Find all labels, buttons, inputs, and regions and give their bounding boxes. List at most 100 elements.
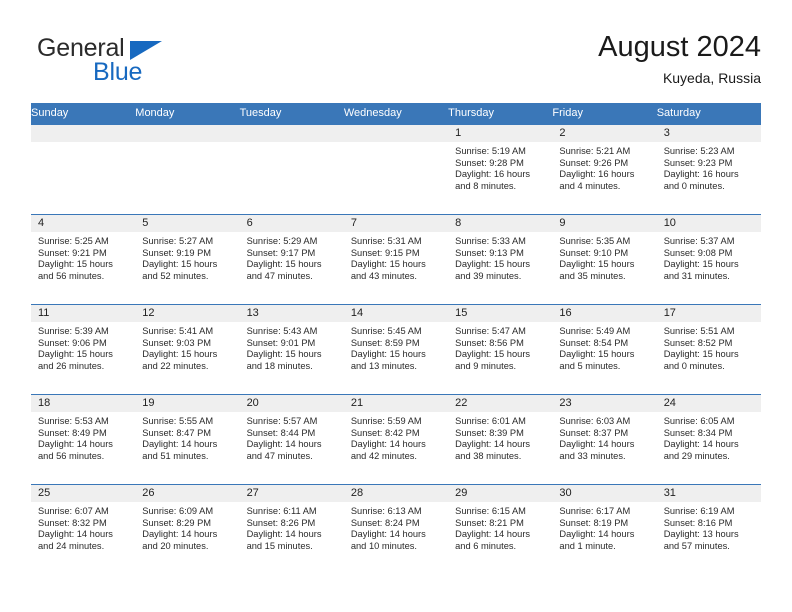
calendar-cell-inner: 15 Sunrise: 5:47 AM Sunset: 8:56 PM Dayligh… <box>448 305 553 394</box>
calendar-day-cell[interactable]: 21 Sunrise: 5:59 AM Sunset: 8:42 PM Dayligh… <box>343 394 449 485</box>
calendar-cell-inner: 11 Sunrise: 5:39 AM Sunset: 9:06 PM Dayligh… <box>31 305 136 394</box>
daylight-text-line1: Daylight: 16 hours <box>559 169 635 180</box>
calendar-day-cell[interactable]: 6 Sunrise: 5:29 AM Sunset: 9:17 PM Daylight… <box>239 214 344 305</box>
title-block: August 2024 Kuyeda, Russia <box>598 30 761 88</box>
calendar-cell-inner: 18 Sunrise: 5:53 AM Sunset: 8:49 PM Dayligh… <box>31 395 136 484</box>
sunrise-text: Sunrise: 5:45 AM <box>350 326 422 336</box>
calendar-week-row: 11 Sunrise: 5:39 AM Sunset: 9:06 PM Dayligh… <box>31 304 761 395</box>
day-number: 4 <box>31 215 136 232</box>
daylight-text-line2: and 6 minutes. <box>455 540 517 551</box>
calendar-day-cell[interactable]: 17 Sunrise: 5:51 AM Sunset: 8:52 PM Dayligh… <box>656 304 761 395</box>
sunrise-text: Sunrise: 5:41 AM <box>142 326 214 336</box>
calendar-day-cell[interactable]: 9 Sunrise: 5:35 AM Sunset: 9:10 PM Daylight… <box>552 214 657 305</box>
calendar-day-cell[interactable]: 1 Sunrise: 5:19 AM Sunset: 9:28 PM Daylight… <box>448 124 553 215</box>
calendar-day-cell[interactable]: 16 Sunrise: 5:49 AM Sunset: 8:54 PM Dayligh… <box>552 304 657 395</box>
daylight-text-line2: and 4 minutes. <box>559 180 621 191</box>
calendar-cell-inner <box>239 125 344 214</box>
calendar-day-cell[interactable]: 5 Sunrise: 5:27 AM Sunset: 9:19 PM Daylight… <box>135 214 240 305</box>
day-number: 2 <box>552 125 657 142</box>
page-header: General Blue August 2024 Kuyeda, Russia <box>31 30 761 96</box>
calendar-cell-inner: 20 Sunrise: 5:57 AM Sunset: 8:44 PM Dayligh… <box>239 395 344 484</box>
calendar-day-cell[interactable]: 7 Sunrise: 5:31 AM Sunset: 9:15 PM Daylight… <box>343 214 449 305</box>
calendar-day-cell[interactable]: 23 Sunrise: 6:03 AM Sunset: 8:37 PM Dayligh… <box>552 394 657 485</box>
day-sun-details: Sunrise: 6:07 AM Sunset: 8:32 PM Daylight:… <box>31 502 135 552</box>
daylight-text-line2: and 1 minute. <box>559 540 616 551</box>
calendar-day-cell[interactable]: 19 Sunrise: 5:55 AM Sunset: 8:47 PM Dayligh… <box>135 394 240 485</box>
calendar-day-cell[interactable]: 26 Sunrise: 6:09 AM Sunset: 8:29 PM Dayligh… <box>135 484 240 575</box>
calendar-day-cell[interactable]: 29 Sunrise: 6:15 AM Sunset: 8:21 PM Dayligh… <box>448 484 553 575</box>
calendar-day-cell[interactable]: 25 Sunrise: 6:07 AM Sunset: 8:32 PM Dayligh… <box>31 484 136 575</box>
daylight-text-line2: and 10 minutes. <box>350 540 417 551</box>
calendar-day-cell[interactable]: 13 Sunrise: 5:43 AM Sunset: 9:01 PM Dayligh… <box>239 304 344 395</box>
sunset-text: Sunset: 8:59 PM <box>350 337 420 348</box>
calendar-day-cell[interactable]: 28 Sunrise: 6:13 AM Sunset: 8:24 PM Dayligh… <box>343 484 449 575</box>
daylight-text-line1: Daylight: 14 hours <box>38 439 113 450</box>
general-blue-logo[interactable]: General Blue <box>31 32 221 90</box>
day-sun-details: Sunrise: 5:23 AM Sunset: 9:23 PM Daylight:… <box>657 142 761 192</box>
daylight-text-line1: Daylight: 15 hours <box>246 259 322 270</box>
sunrise-text: Sunrise: 5:55 AM <box>142 416 214 426</box>
calendar-day-cell[interactable]: 10 Sunrise: 5:37 AM Sunset: 9:08 PM Dayligh… <box>656 214 761 305</box>
sunset-text: Sunset: 9:17 PM <box>246 247 316 258</box>
calendar-day-cell[interactable]: 18 Sunrise: 5:53 AM Sunset: 8:49 PM Dayligh… <box>31 394 136 485</box>
calendar-week-row: 1 Sunrise: 5:19 AM Sunset: 9:28 PM Daylight… <box>31 124 761 215</box>
sunrise-text: Sunrise: 5:43 AM <box>246 326 318 336</box>
calendar-day-cell[interactable]: 27 Sunrise: 6:11 AM Sunset: 8:26 PM Dayligh… <box>239 484 344 575</box>
day-sun-details: Sunrise: 5:51 AM Sunset: 8:52 PM Daylight:… <box>657 322 761 372</box>
day-number: 29 <box>448 485 553 502</box>
day-sun-details: Sunrise: 6:03 AM Sunset: 8:37 PM Daylight:… <box>552 412 656 462</box>
daylight-text-line1: Daylight: 15 hours <box>38 259 113 270</box>
sunrise-text: Sunrise: 6:11 AM <box>246 506 317 516</box>
weekday-header-wednesday: Wednesday <box>343 103 449 125</box>
sunrise-text: Sunrise: 6:19 AM <box>663 506 735 516</box>
daylight-text-line1: Daylight: 14 hours <box>455 439 531 450</box>
sunrise-text: Sunrise: 5:49 AM <box>559 326 631 336</box>
day-sun-details: Sunrise: 5:49 AM Sunset: 8:54 PM Daylight:… <box>552 322 656 372</box>
calendar-cell-inner: 19 Sunrise: 5:55 AM Sunset: 8:47 PM Dayligh… <box>135 395 240 484</box>
calendar-cell-inner: 1 Sunrise: 5:19 AM Sunset: 9:28 PM Daylight… <box>448 125 553 214</box>
daylight-text-line1: Daylight: 16 hours <box>455 169 531 180</box>
calendar-day-cell[interactable]: 14 Sunrise: 5:45 AM Sunset: 8:59 PM Dayligh… <box>343 304 449 395</box>
calendar-day-cell[interactable]: 24 Sunrise: 6:05 AM Sunset: 8:34 PM Dayligh… <box>656 394 761 485</box>
day-number: 13 <box>239 305 344 322</box>
sunset-text: Sunset: 9:19 PM <box>142 247 212 258</box>
sunrise-text: Sunrise: 5:25 AM <box>38 236 109 246</box>
daylight-text-line2: and 13 minutes. <box>350 360 417 371</box>
calendar-cell-inner: 10 Sunrise: 5:37 AM Sunset: 9:08 PM Dayligh… <box>656 215 761 304</box>
calendar-day-cell[interactable]: 8 Sunrise: 5:33 AM Sunset: 9:13 PM Daylight… <box>448 214 553 305</box>
day-sun-details: Sunrise: 5:55 AM Sunset: 8:47 PM Daylight:… <box>135 412 239 462</box>
calendar-cell-inner: 13 Sunrise: 5:43 AM Sunset: 9:01 PM Dayligh… <box>239 305 344 394</box>
calendar-day-cell[interactable]: 30 Sunrise: 6:17 AM Sunset: 8:19 PM Dayligh… <box>552 484 657 575</box>
day-number <box>343 125 449 142</box>
daylight-text-line1: Daylight: 14 hours <box>455 529 531 540</box>
calendar-cell-inner: 28 Sunrise: 6:13 AM Sunset: 8:24 PM Dayligh… <box>343 485 449 575</box>
calendar-day-cell[interactable]: 4 Sunrise: 5:25 AM Sunset: 9:21 PM Daylight… <box>31 214 136 305</box>
calendar-day-cell[interactable]: 2 Sunrise: 5:21 AM Sunset: 9:26 PM Daylight… <box>552 124 657 215</box>
daylight-text-line2: and 56 minutes. <box>38 450 105 461</box>
day-number: 16 <box>552 305 657 322</box>
calendar-day-cell[interactable]: 11 Sunrise: 5:39 AM Sunset: 9:06 PM Dayligh… <box>31 304 136 395</box>
calendar-day-cell[interactable]: 31 Sunrise: 6:19 AM Sunset: 8:16 PM Dayligh… <box>656 484 761 575</box>
calendar-day-cell[interactable]: 22 Sunrise: 6:01 AM Sunset: 8:39 PM Dayligh… <box>448 394 553 485</box>
daylight-text-line1: Daylight: 16 hours <box>663 169 739 180</box>
daylight-text-line1: Daylight: 14 hours <box>246 529 322 540</box>
calendar-cell-inner: 25 Sunrise: 6:07 AM Sunset: 8:32 PM Dayligh… <box>31 485 136 575</box>
daylight-text-line1: Daylight: 15 hours <box>350 259 426 270</box>
calendar-day-cell[interactable]: 15 Sunrise: 5:47 AM Sunset: 8:56 PM Dayligh… <box>448 304 553 395</box>
calendar-day-cell[interactable]: 3 Sunrise: 5:23 AM Sunset: 9:23 PM Daylight… <box>656 124 761 215</box>
calendar-day-cell[interactable]: 12 Sunrise: 5:41 AM Sunset: 9:03 PM Dayligh… <box>135 304 240 395</box>
sunrise-text: Sunrise: 5:31 AM <box>350 236 422 246</box>
daylight-text-line2: and 47 minutes. <box>246 450 313 461</box>
day-sun-details: Sunrise: 5:59 AM Sunset: 8:42 PM Daylight:… <box>344 412 448 462</box>
calendar-day-cell[interactable]: 20 Sunrise: 5:57 AM Sunset: 8:44 PM Dayligh… <box>239 394 344 485</box>
calendar-cell-empty <box>239 124 344 215</box>
day-sun-details: Sunrise: 5:35 AM Sunset: 9:10 PM Daylight:… <box>552 232 656 282</box>
daylight-text-line2: and 38 minutes. <box>455 450 522 461</box>
daylight-text-line1: Daylight: 14 hours <box>663 439 739 450</box>
daylight-text-line2: and 15 minutes. <box>246 540 313 551</box>
day-sun-details: Sunrise: 5:39 AM Sunset: 9:06 PM Daylight:… <box>31 322 135 372</box>
daylight-text-line2: and 26 minutes. <box>38 360 105 371</box>
sunset-text: Sunset: 9:21 PM <box>38 247 107 258</box>
sunrise-text: Sunrise: 5:37 AM <box>663 236 735 246</box>
calendar-cell-inner: 5 Sunrise: 5:27 AM Sunset: 9:19 PM Daylight… <box>135 215 240 304</box>
